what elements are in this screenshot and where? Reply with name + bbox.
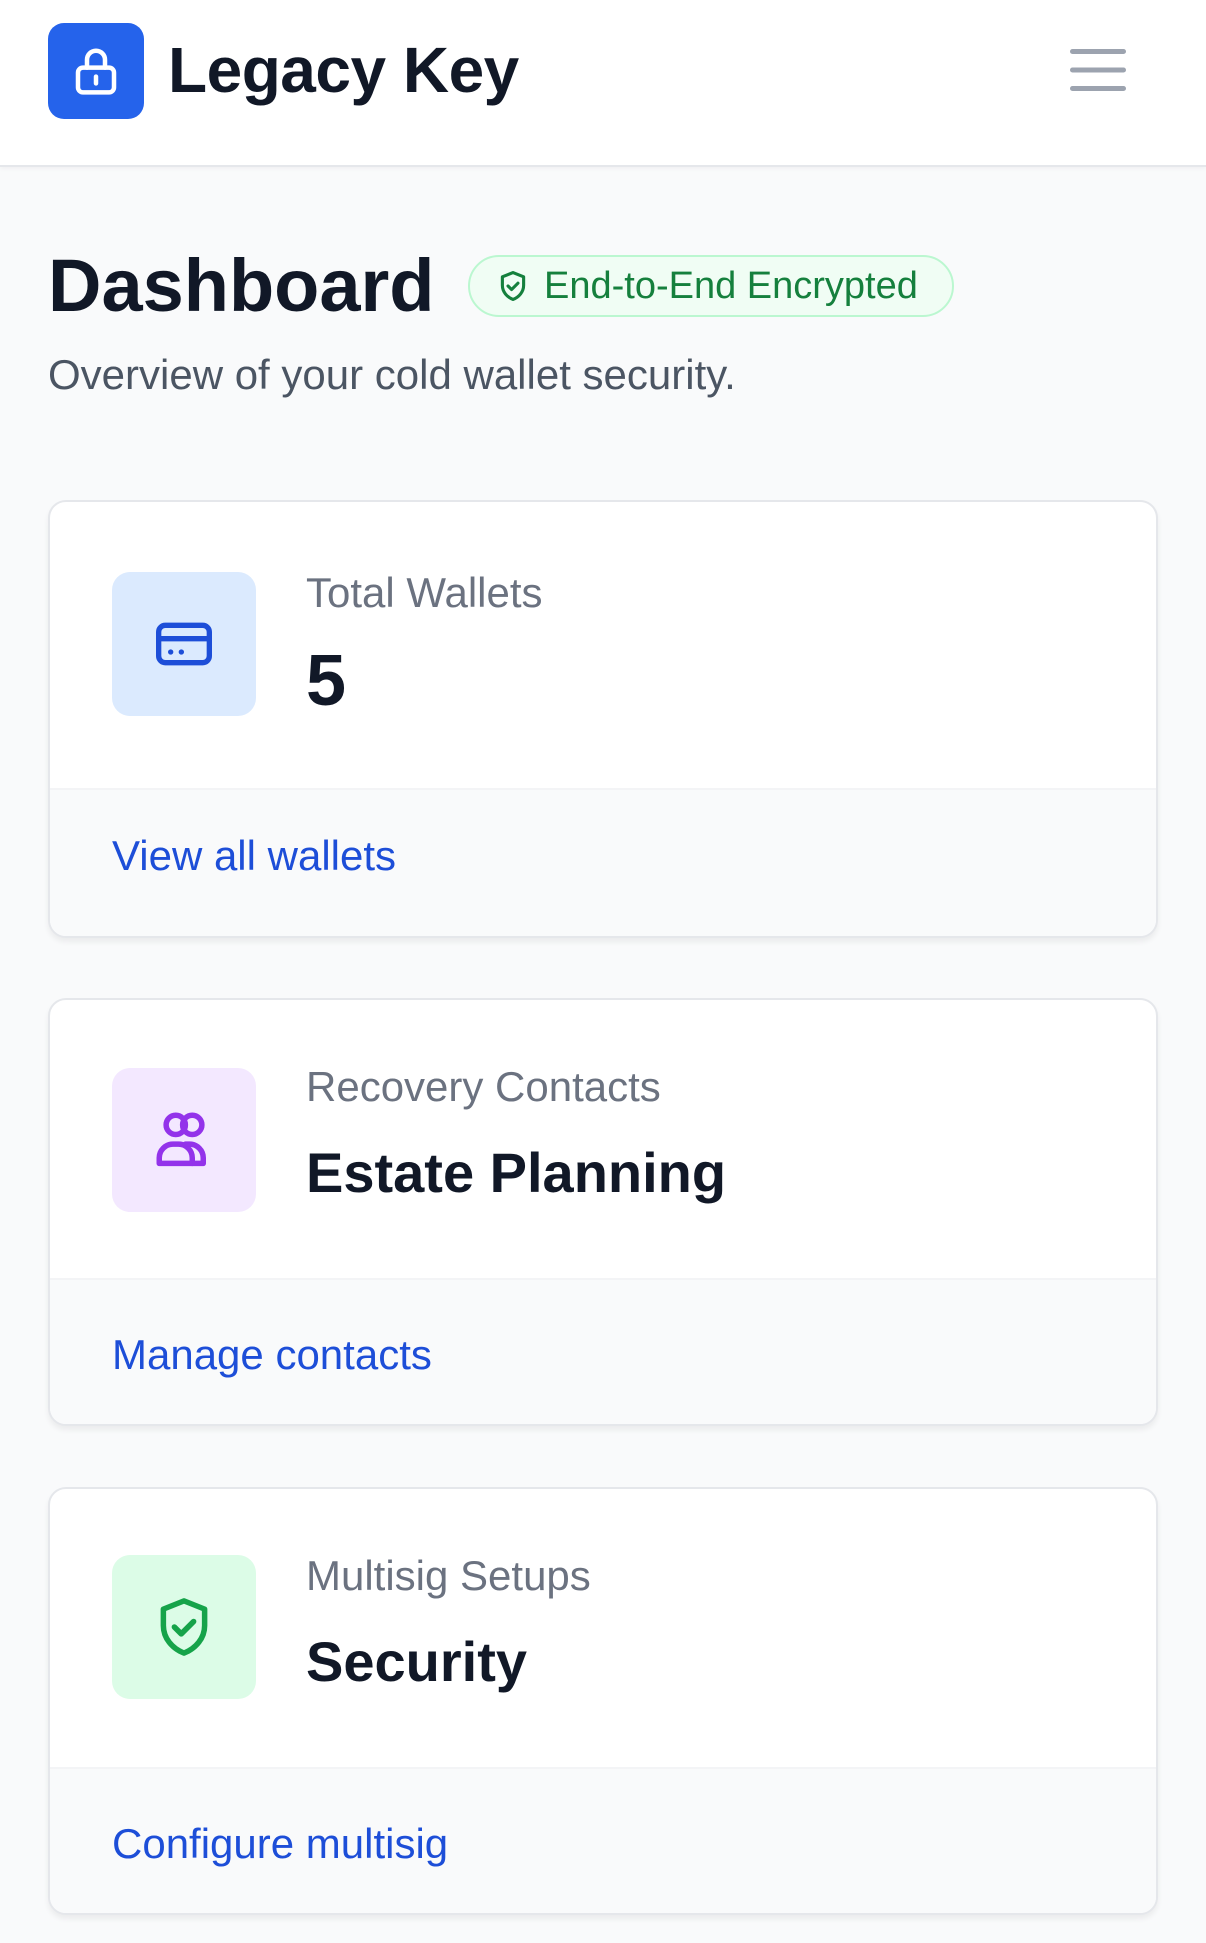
recovery-contacts-card-label: Recovery Contacts	[306, 1063, 661, 1110]
multisig-card-value: Security	[306, 1630, 527, 1693]
menu-button[interactable]	[1062, 38, 1134, 102]
wallets-card-icon	[112, 572, 256, 716]
wallets-card-footer: View all wallets	[50, 788, 1156, 936]
badge-label: End-to-End Encrypted	[544, 265, 918, 307]
app-header: Legacy Key	[0, 0, 1206, 167]
app-logo[interactable]	[48, 23, 144, 119]
multisig-card-icon	[112, 1555, 256, 1699]
shield-check-icon	[160, 1598, 208, 1656]
recovery-contacts-card-icon	[112, 1068, 256, 1212]
multisig-card: Multisig Setups Security Configure multi…	[48, 1487, 1158, 1915]
encryption-badge: End-to-End Encrypted	[468, 255, 954, 317]
shield-check-icon	[500, 270, 526, 302]
page-subtitle: Overview of your cold wallet security.	[48, 351, 736, 398]
app-title: Legacy Key	[168, 34, 519, 106]
manage-contacts-link[interactable]: Manage contacts	[112, 1330, 432, 1380]
wallets-card-label: Total Wallets	[306, 569, 543, 616]
credit-card-icon	[156, 622, 212, 666]
multisig-card-label: Multisig Setups	[306, 1552, 591, 1599]
users-icon	[156, 1112, 206, 1167]
lock-icon	[75, 48, 117, 95]
view-all-wallets-link[interactable]: View all wallets	[112, 831, 396, 881]
recovery-contacts-card-value: Estate Planning	[306, 1141, 727, 1204]
wallets-card: Total Wallets 5 View all wallets	[48, 500, 1158, 938]
hamburger-menu-icon	[1070, 49, 1126, 91]
recovery-contacts-card-footer: Manage contacts	[50, 1278, 1156, 1424]
configure-multisig-link[interactable]: Configure multisig	[112, 1819, 448, 1869]
wallets-card-value: 5	[306, 641, 347, 721]
multisig-card-footer: Configure multisig	[50, 1767, 1156, 1913]
page-title: Dashboard	[48, 244, 435, 327]
recovery-contacts-card: Recovery Contacts Estate Planning Manage…	[48, 998, 1158, 1426]
